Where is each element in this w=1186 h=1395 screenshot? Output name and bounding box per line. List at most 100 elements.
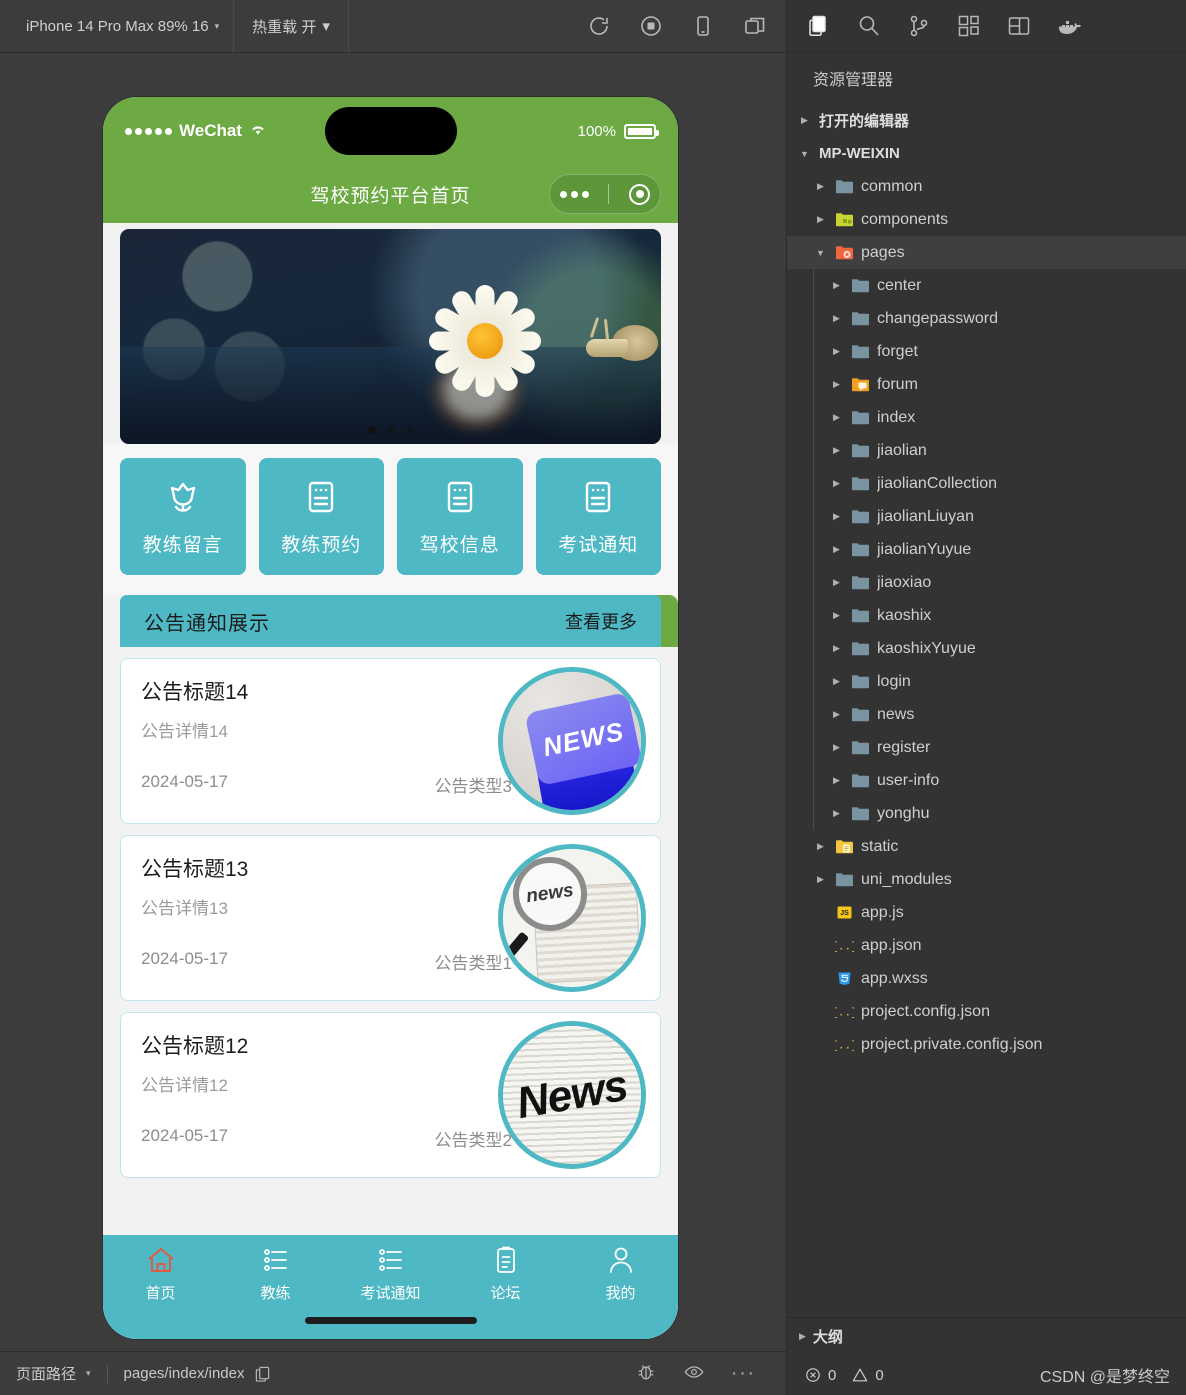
chevron-right-icon[interactable]: ▶ bbox=[813, 181, 828, 192]
chevron-right-icon[interactable]: ▶ bbox=[829, 709, 844, 720]
source-control-icon[interactable] bbox=[905, 12, 933, 40]
tree-item-jiaolianLiuyan[interactable]: ▶ jiaolianLiuyan bbox=[787, 500, 1186, 533]
search-icon[interactable] bbox=[855, 12, 883, 40]
chevron-right-icon[interactable]: ▶ bbox=[829, 478, 844, 489]
announcement-card[interactable]: 公告标题14 公告详情14 2024-05-17 公告类型3 NEWS bbox=[120, 658, 661, 824]
chevron-right-icon[interactable]: ▶ bbox=[829, 643, 844, 654]
chevron-right-icon[interactable]: ▶ bbox=[813, 214, 828, 225]
announcement-card[interactable]: 公告标题13 公告详情13 2024-05-17 公告类型1 news bbox=[120, 835, 661, 1001]
layout-icon[interactable] bbox=[1005, 12, 1033, 40]
refresh-icon[interactable] bbox=[586, 13, 612, 39]
tree-item-changepassword[interactable]: ▶ changepassword bbox=[787, 302, 1186, 335]
chevron-right-icon[interactable]: ▶ bbox=[829, 280, 844, 291]
chevron-right-icon[interactable]: ▶ bbox=[829, 742, 844, 753]
chevron-right-icon[interactable]: ▶ bbox=[829, 445, 844, 456]
chevron-right-icon[interactable]: ▶ bbox=[829, 577, 844, 588]
announcement-card[interactable]: 公告标题12 公告详情12 2024-05-17 公告类型2 News bbox=[120, 1012, 661, 1178]
tree-item-label: app.wxss bbox=[861, 969, 928, 987]
tree-item-kaoshix[interactable]: ▶ kaoshix bbox=[787, 599, 1186, 632]
close-target-icon[interactable] bbox=[629, 183, 651, 205]
chevron-right-icon[interactable]: ▶ bbox=[829, 511, 844, 522]
tab-wode[interactable]: 我的 bbox=[563, 1244, 678, 1303]
chevron-right-icon[interactable]: ▶ bbox=[829, 313, 844, 324]
tree-item-user-info[interactable]: ▶ user-info bbox=[787, 764, 1186, 797]
more-dots-icon[interactable] bbox=[559, 190, 589, 198]
tree-item-components[interactable]: ▶ components bbox=[787, 203, 1186, 236]
files-icon[interactable] bbox=[805, 12, 833, 40]
chevron-right-icon[interactable]: ▶ bbox=[813, 841, 828, 852]
outline-section[interactable]: ▶ 大纲 bbox=[787, 1317, 1186, 1355]
category-kaoshi-tongzhi[interactable]: 考试通知 bbox=[535, 458, 661, 575]
carousel-dot-1[interactable] bbox=[367, 426, 376, 434]
tab-jiaolian[interactable]: 教练 bbox=[218, 1244, 333, 1303]
chevron-right-icon[interactable]: ▶ bbox=[813, 874, 828, 885]
tree-item-yonghu[interactable]: ▶ yonghu bbox=[787, 797, 1186, 830]
category-jiaxiao-xinxi[interactable]: 驾校信息 bbox=[397, 458, 523, 575]
eye-icon[interactable] bbox=[683, 1361, 705, 1387]
tree-item-jiaoxiao[interactable]: ▶ jiaoxiao bbox=[787, 566, 1186, 599]
chevron-down-icon[interactable]: ▼ bbox=[797, 149, 812, 159]
carousel-dots[interactable] bbox=[367, 426, 414, 434]
announce-more-link[interactable]: 查看更多 bbox=[565, 608, 637, 634]
wechat-capsule-button[interactable] bbox=[549, 174, 661, 214]
tree-item-app.wxss[interactable]: ▶app.wxss bbox=[787, 962, 1186, 995]
tree-item-register[interactable]: ▶ register bbox=[787, 731, 1186, 764]
tree-item-login[interactable]: ▶ login bbox=[787, 665, 1186, 698]
tree-item-uni_modules[interactable]: ▶ uni_modules bbox=[787, 863, 1186, 896]
tree-item-static[interactable]: ▶ static bbox=[787, 830, 1186, 863]
category-jiaolian-yuyue[interactable]: 教练预约 bbox=[258, 458, 384, 575]
tree-indent-guide bbox=[813, 302, 814, 335]
chevron-right-icon[interactable]: ▶ bbox=[829, 808, 844, 819]
tree-item-app.js[interactable]: ▶JSapp.js bbox=[787, 896, 1186, 929]
folder-orange-icon bbox=[835, 243, 854, 262]
tree-section-打开的编辑器[interactable]: ▶ 打开的编辑器 bbox=[787, 104, 1186, 137]
chevron-right-icon[interactable]: ▶ bbox=[797, 115, 812, 126]
hot-reload-selector[interactable]: 热重载 开 ▾ bbox=[234, 0, 349, 53]
chevron-right-icon[interactable]: ▶ bbox=[829, 412, 844, 423]
tab-kaoshi-tongzhi[interactable]: 考试通知 bbox=[333, 1244, 448, 1303]
carousel-dot-3[interactable] bbox=[405, 426, 414, 434]
multi-window-icon[interactable] bbox=[742, 13, 768, 39]
device-icon[interactable] bbox=[690, 13, 716, 39]
more-icon[interactable]: ··· bbox=[731, 1363, 756, 1385]
chevron-right-icon[interactable]: ▶ bbox=[829, 775, 844, 786]
tree-item-forget[interactable]: ▶ forget bbox=[787, 335, 1186, 368]
tab-luntan[interactable]: 论坛 bbox=[448, 1244, 563, 1303]
tree-item-common[interactable]: ▶ common bbox=[787, 170, 1186, 203]
device-selector[interactable]: iPhone 14 Pro Max 89% 16 ▾ bbox=[0, 0, 235, 53]
tree-item-app.json[interactable]: ▶{..}app.json bbox=[787, 929, 1186, 962]
tree-item-jiaolian[interactable]: ▶ jiaolian bbox=[787, 434, 1186, 467]
tree-section-MP-WEIXIN[interactable]: ▼ MP-WEIXIN bbox=[787, 137, 1186, 170]
app-root: iPhone 14 Pro Max 89% 16 ▾ 热重载 开 ▾ WeCha… bbox=[0, 0, 1186, 1395]
chevron-right-icon[interactable]: ▶ bbox=[829, 610, 844, 621]
tree-item-index[interactable]: ▶ index bbox=[787, 401, 1186, 434]
tree-item-forum[interactable]: ▶ forum bbox=[787, 368, 1186, 401]
tree-item-news[interactable]: ▶ news bbox=[787, 698, 1186, 731]
tree-item-project.config.json[interactable]: ▶{..}project.config.json bbox=[787, 995, 1186, 1028]
tree-item-center[interactable]: ▶ center bbox=[787, 269, 1186, 302]
tree-item-kaoshixYuyue[interactable]: ▶ kaoshixYuyue bbox=[787, 632, 1186, 665]
copy-icon[interactable] bbox=[254, 1365, 271, 1382]
warning-icon[interactable] bbox=[852, 1367, 868, 1383]
chevron-right-icon[interactable]: ▶ bbox=[829, 379, 844, 390]
chevron-right-icon[interactable]: ▶ bbox=[829, 676, 844, 687]
tree-item-jiaolianYuyue[interactable]: ▶ jiaolianYuyue bbox=[787, 533, 1186, 566]
stop-record-icon[interactable] bbox=[638, 13, 664, 39]
tree-item-project.private.config.json[interactable]: ▶{..}project.private.config.json bbox=[787, 1028, 1186, 1061]
extensions-icon[interactable] bbox=[955, 12, 983, 40]
banner-carousel[interactable] bbox=[120, 229, 661, 444]
chevron-right-icon[interactable]: ▶ bbox=[829, 346, 844, 357]
bug-icon[interactable] bbox=[635, 1361, 657, 1387]
error-icon[interactable] bbox=[805, 1367, 821, 1383]
chevron-right-icon[interactable]: ▶ bbox=[829, 544, 844, 555]
carousel-dot-2[interactable] bbox=[386, 426, 395, 434]
category-jiaolian-liuyan[interactable]: 教练留言 bbox=[120, 458, 246, 575]
tab-label: 我的 bbox=[605, 1285, 636, 1302]
page-path-label[interactable]: 页面路径 bbox=[16, 1363, 76, 1384]
tab-shouye[interactable]: 首页 bbox=[103, 1244, 218, 1303]
chevron-down-icon[interactable]: ▼ bbox=[813, 248, 828, 258]
error-count: 0 bbox=[828, 1366, 837, 1384]
docker-icon[interactable] bbox=[1055, 12, 1083, 40]
tree-item-pages[interactable]: ▼ pages bbox=[787, 236, 1186, 269]
tree-item-jiaolianCollection[interactable]: ▶ jiaolianCollection bbox=[787, 467, 1186, 500]
